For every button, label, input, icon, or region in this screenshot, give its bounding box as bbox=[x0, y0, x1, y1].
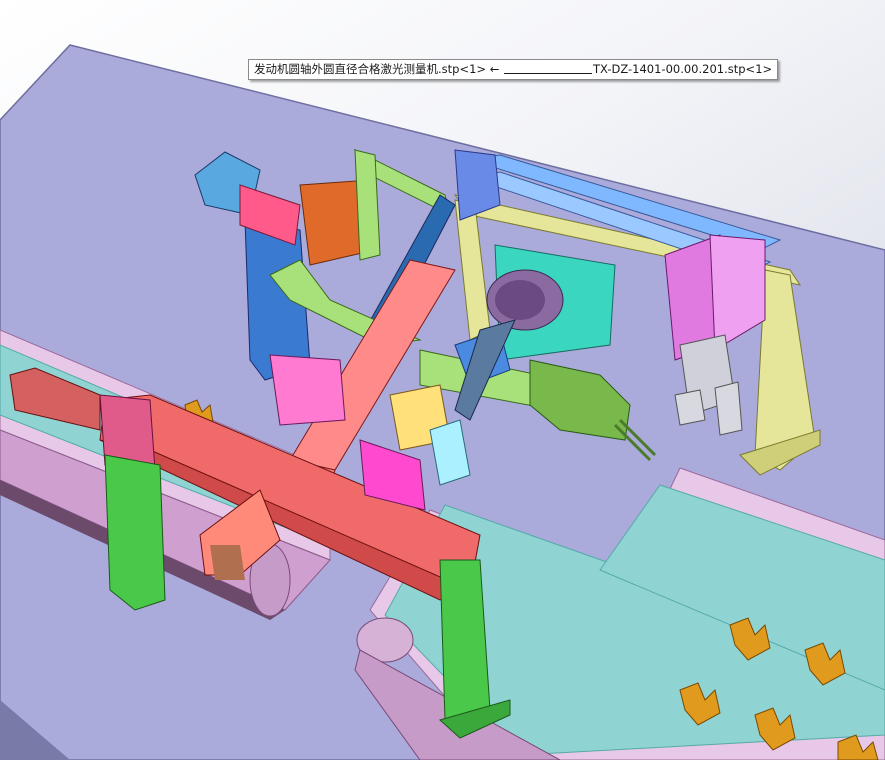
arrow-left-icon: ← bbox=[489, 62, 500, 76]
part-path-text: TX-DZ-1401-00.00.201.stp<1> bbox=[593, 62, 773, 76]
cad-3d-viewport[interactable] bbox=[0, 0, 885, 760]
selection-tooltip: 发动机圆轴外圆直径合格激光测量机.stp<1> ← TX-DZ-1401-00.… bbox=[248, 59, 779, 80]
path-separator-line bbox=[504, 61, 592, 74]
assembly-path-text: 发动机圆轴外圆直径合格激光测量机.stp<1> bbox=[254, 62, 487, 76]
